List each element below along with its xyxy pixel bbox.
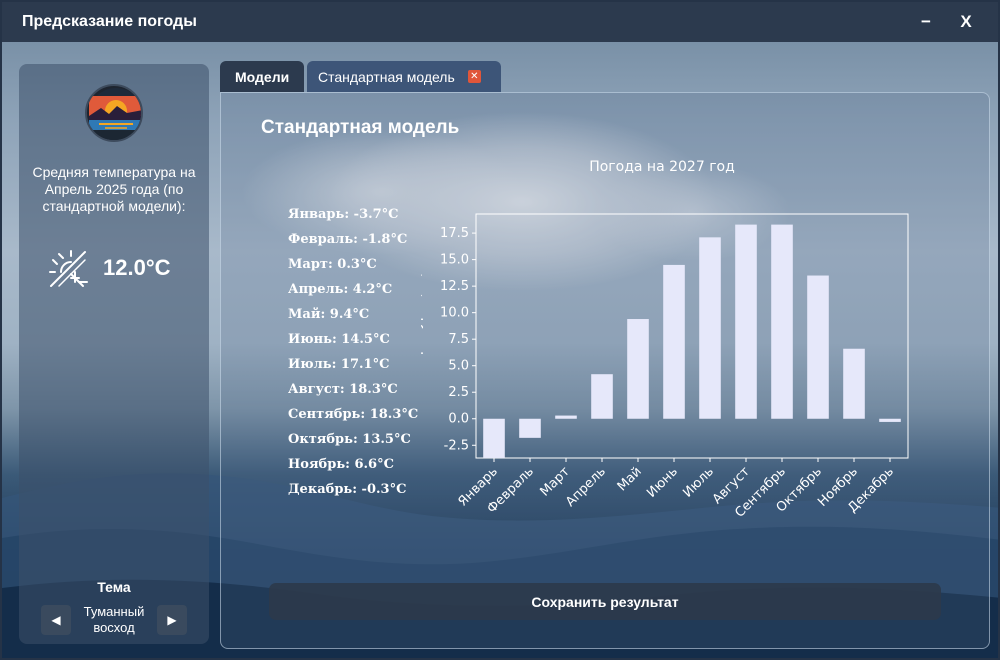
tab-models-label: Модели — [235, 68, 290, 85]
month-item: Март: 0.3°C — [288, 257, 377, 272]
chart-title: Погода на 2027 год — [589, 159, 735, 175]
average-temperature-label: Средняя температура на Апрель 2025 года … — [32, 164, 196, 214]
month-item: Октябрь: 13.5°C — [288, 432, 411, 447]
bar — [771, 224, 793, 419]
save-result-button[interactable]: Сохранить результат — [269, 583, 941, 620]
next-theme-button[interactable]: ▶ — [157, 605, 187, 635]
bar — [627, 319, 649, 419]
month-item: Июнь: 14.5°C — [288, 332, 390, 347]
bar — [483, 418, 505, 458]
bar — [807, 275, 829, 419]
tab-standard-model-label: Стандартная модель — [318, 68, 455, 85]
month-item: Апрель: 4.2°C — [288, 282, 393, 297]
bar — [735, 224, 757, 419]
temperature-display: 12.0°C — [41, 240, 201, 296]
month-item: Июль: 17.1°C — [288, 357, 390, 372]
sidebar: Средняя температура на Апрель 2025 года … — [19, 64, 209, 644]
bar — [519, 418, 541, 438]
month-item: Декабрь: -0.3°C — [288, 482, 407, 497]
app-window: Предсказание погоды − X Средняя температ… — [0, 0, 1000, 660]
bar — [879, 418, 901, 422]
y-tick-label: 5.0 — [448, 359, 469, 374]
month-item: Январь: -3.7°C — [288, 207, 399, 222]
month-item: Август: 18.3°C — [288, 382, 398, 397]
prev-theme-button[interactable]: ◀ — [41, 605, 71, 635]
y-tick-label: 15.0 — [440, 253, 469, 268]
y-tick-label: 7.5 — [448, 332, 469, 347]
minimize-button[interactable]: − — [908, 12, 944, 32]
average-temperature-value: 12.0°C — [103, 255, 171, 280]
theme-name: Туманный восход — [83, 604, 145, 635]
y-axis-label: Температура (°C) — [421, 271, 424, 401]
y-tick-label: 2.5 — [448, 385, 469, 400]
title-bar: Предсказание погоды − X — [2, 2, 998, 42]
month-item: Ноябрь: 6.6°C — [288, 457, 394, 472]
close-window-button[interactable]: X — [948, 12, 984, 32]
y-tick-label: 10.0 — [440, 306, 469, 321]
month-item: Сентябрь: 18.3°C — [288, 407, 419, 422]
theme-label: Тема — [97, 579, 131, 595]
arrow-left-icon: ◀ — [51, 613, 61, 627]
close-icon[interactable]: ✕ — [467, 70, 481, 83]
y-tick-label: 12.5 — [440, 279, 469, 294]
y-tick-label: 17.5 — [440, 226, 469, 241]
panel-title: Стандартная модель — [261, 117, 460, 138]
x-tick-label: Апрель — [563, 464, 609, 510]
theme-switcher: ◀ Туманный восход ▶ — [41, 602, 187, 638]
month-forecast-list: Январь: -3.7°C Февраль: -1.8°C Март: 0.3… — [288, 205, 418, 505]
main-panel: Стандартная модель Январь: -3.7°C Феврал… — [220, 92, 990, 649]
sun-snowflake-icon — [49, 250, 88, 287]
tab-models[interactable]: Модели — [220, 61, 304, 92]
app-title: Предсказание погоды — [22, 13, 197, 30]
tab-standard-model[interactable]: Стандартная модель ✕ — [307, 61, 501, 92]
month-item: Май: 9.4°C — [288, 307, 370, 322]
x-tick-label: Июнь — [644, 464, 681, 501]
y-tick-label: -2.5 — [444, 438, 469, 453]
bar — [663, 264, 685, 419]
bar — [555, 415, 577, 419]
temperature-chart: Погода на 2027 год -2.5 0.0 2.5 5.0 7.5 10.0 12… — [421, 159, 909, 521]
y-tick-label: 0.0 — [448, 412, 469, 427]
bar — [699, 237, 721, 419]
arrow-right-icon: ▶ — [167, 613, 177, 627]
bar — [591, 374, 613, 419]
bar — [843, 348, 865, 419]
month-item: Февраль: -1.8°C — [288, 232, 408, 247]
x-tick-label: Май — [615, 464, 645, 494]
sunset-lake-logo — [85, 84, 143, 142]
